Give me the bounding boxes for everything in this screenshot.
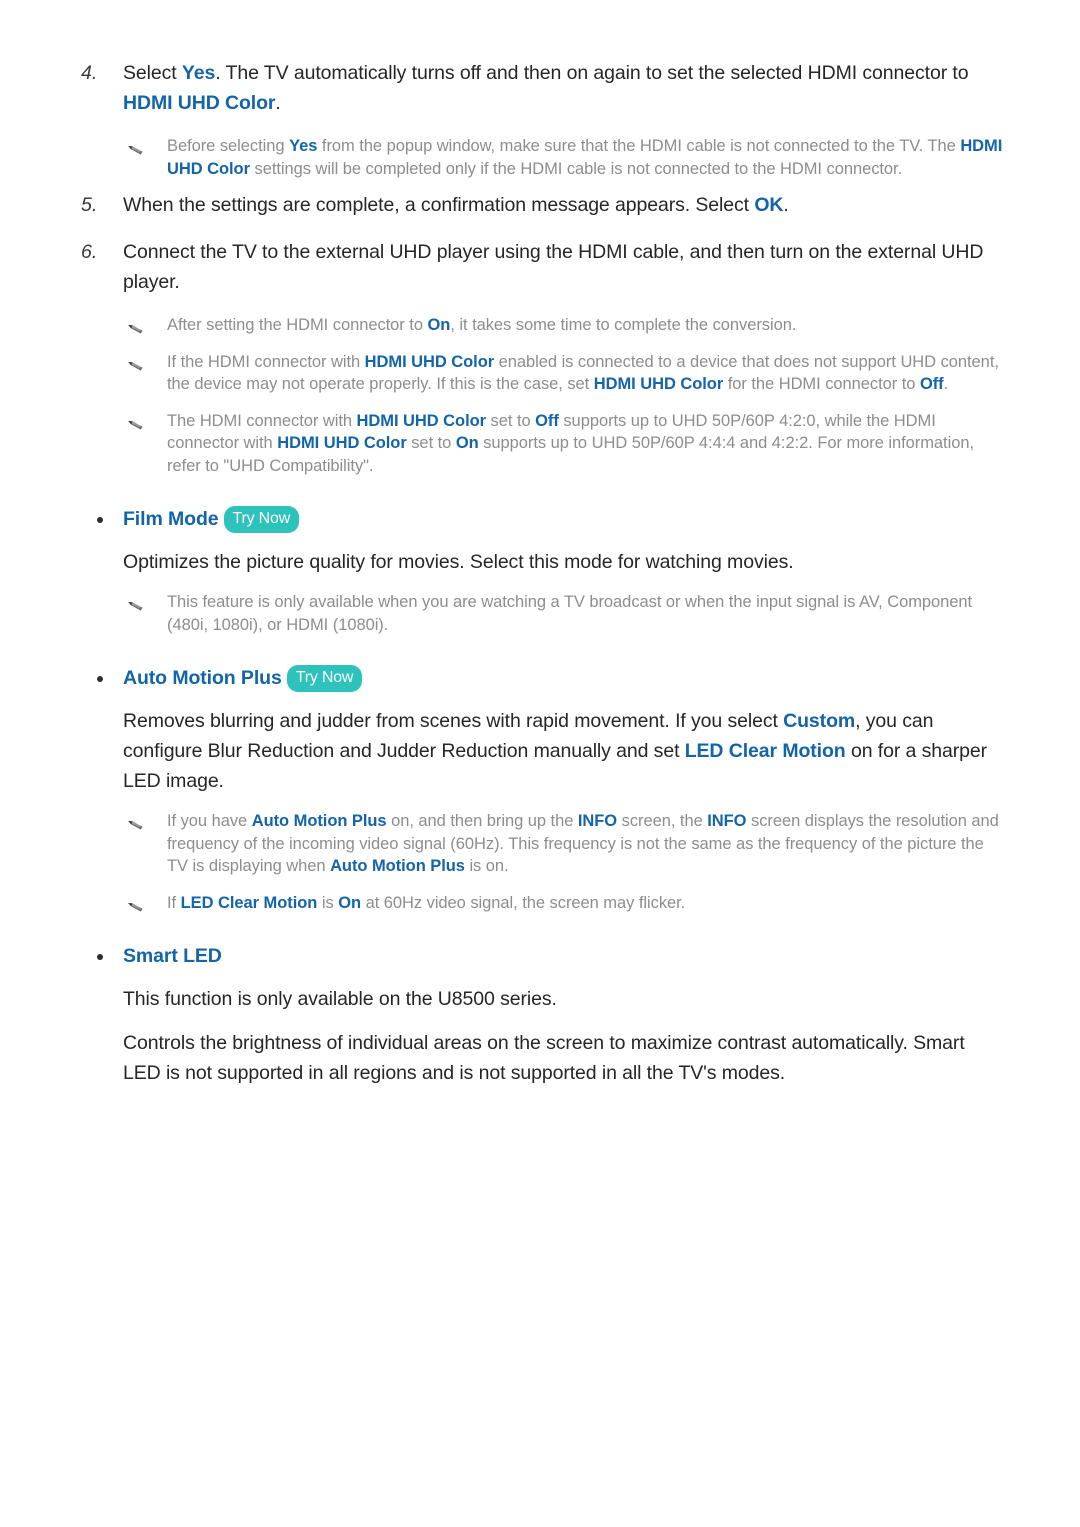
section-title-text: Film Mode [123,508,219,530]
inline-term[interactable]: Off [535,412,559,430]
inline-term[interactable]: INFO [578,812,617,830]
inline-term[interactable]: HDMI UHD Color [123,92,276,114]
inline-text: Controls the brightness of individual ar… [123,1032,965,1084]
inline-term[interactable]: On [456,434,479,452]
pencil-icon [123,594,145,616]
pencil-icon [123,413,145,435]
inline-text: from the popup window, make sure that th… [317,137,961,155]
inline-text: After setting the HDMI connector to [167,316,428,334]
inline-text: is [317,893,339,912]
pencil-icon [123,813,145,835]
section-title: Smart LED [123,942,1005,970]
inline-term[interactable]: Yes [289,137,317,155]
bullet-dot-icon [97,954,103,960]
inline-text: This function is only available on the U… [123,988,557,1010]
section-paragraph: Removes blurring and judder from scenes … [75,706,1005,796]
document-page: 4. Select Yes. The TV automatically turns… [0,0,1080,1527]
inline-term[interactable]: OK [754,194,783,216]
inline-term[interactable]: HDMI UHD Color [594,375,724,393]
step-text: When the settings are complete, a confir… [123,190,1005,220]
section-paragraph: Controls the brightness of individual ar… [75,1028,1005,1088]
note-text: If you have Auto Motion Plus on, and the… [167,810,1005,878]
try-now-badge[interactable]: Try Now [286,665,363,692]
inline-text: . [783,194,789,216]
inline-term[interactable]: On [338,894,361,912]
section-heading: Auto Motion Plus Try Now [75,664,1005,692]
section-paragraph: Optimizes the picture quality for movies… [75,547,1005,577]
section-title: Auto Motion Plus Try Now [123,664,1005,692]
inline-text: Select [123,62,182,84]
inline-text: The HDMI connector with [167,411,357,430]
inline-term[interactable]: INFO [707,812,746,830]
section-title-text: Auto Motion Plus [123,667,282,689]
inline-text: When the settings are complete, a confir… [123,194,755,216]
inline-text: Optimizes the picture quality for movies… [123,551,794,573]
section-heading: Smart LED [75,942,1005,970]
numbered-step: 6. Connect the TV to the external UHD pla… [75,237,1005,297]
inline-text: If the HDMI connector with [167,352,365,371]
inline-term[interactable]: On [427,316,450,334]
section-title-text: Smart LED [123,945,222,967]
pencil-icon [123,895,145,917]
inline-text: . The TV automatically turns off and the… [215,62,969,84]
inline-text: settings will be completed only if the H… [249,159,903,178]
note-text: After setting the HDMI connector to On, … [167,314,1005,337]
note-item: If you have Auto Motion Plus on, and the… [75,810,1005,878]
inline-term[interactable]: Auto Motion Plus [330,857,465,875]
numbered-step: 5. When the settings are complete, a conf… [75,190,1005,220]
inline-text: . [943,375,949,393]
note-item: This feature is only available when you … [75,591,1005,636]
inline-text: Before selecting [167,137,290,155]
document-content: 4. Select Yes. The TV automatically turns… [75,58,1005,1088]
inline-text: set to [406,434,456,452]
inline-text: set to [486,411,536,430]
inline-text: If you have [167,812,252,830]
inline-term[interactable]: HDMI UHD Color [277,434,407,452]
section-heading: Film Mode Try Now [75,505,1005,533]
step-text: Select Yes. The TV automatically turns o… [123,58,1005,118]
step-number: 4. [81,62,98,84]
note-text: The HDMI connector with HDMI UHD Color s… [167,410,1005,478]
bullet-dot-icon [97,517,103,523]
inline-text: Removes blurring and judder from scenes … [123,710,784,732]
step-text: Connect the TV to the external UHD playe… [123,237,1005,297]
note-text: Before selecting Yes from the popup wind… [167,135,1005,180]
inline-term[interactable]: HDMI UHD Color [357,412,487,430]
inline-text: at 60Hz video signal, the screen may fli… [361,893,686,912]
pencil-icon [123,138,145,160]
try-now-badge[interactable]: Try Now [223,506,300,533]
inline-text: , it takes some time to complete the con… [450,316,797,334]
inline-term[interactable]: HDMI UHD Color [365,353,495,371]
inline-text: is on. [464,857,509,875]
note-item: The HDMI connector with HDMI UHD Color s… [75,410,1005,478]
inline-text: on, and then bring up the [386,812,578,830]
inline-term[interactable]: Off [920,375,944,393]
inline-term[interactable]: LED Clear Motion [181,894,318,912]
inline-term[interactable]: Custom [783,710,855,732]
inline-text: Connect the TV to the external UHD playe… [123,241,984,293]
inline-text: . [275,92,281,114]
note-text: If LED Clear Motion is On at 60Hz video … [167,892,1005,915]
step-number: 5. [81,194,98,216]
note-text: This feature is only available when you … [167,591,1005,636]
bullet-dot-icon [97,676,103,682]
inline-text: This feature is only available when you … [167,593,973,634]
note-item: If the HDMI connector with HDMI UHD Colo… [75,351,1005,396]
inline-text: for the HDMI connector to [723,375,920,393]
inline-term[interactable]: Auto Motion Plus [252,812,387,830]
step-number: 6. [81,241,98,263]
inline-text: If [167,893,181,912]
pencil-icon [123,317,145,339]
section-paragraph: This function is only available on the U… [75,984,1005,1014]
note-item: If LED Clear Motion is On at 60Hz video … [75,892,1005,915]
inline-text: screen, the [617,812,708,830]
pencil-icon [123,354,145,376]
note-text: If the HDMI connector with HDMI UHD Colo… [167,351,1005,396]
inline-term[interactable]: LED Clear Motion [685,740,846,762]
note-item: After setting the HDMI connector to On, … [75,314,1005,337]
numbered-step: 4. Select Yes. The TV automatically turns… [75,58,1005,118]
note-item: Before selecting Yes from the popup wind… [75,135,1005,180]
section-title: Film Mode Try Now [123,505,1005,533]
inline-term[interactable]: Yes [182,62,215,84]
